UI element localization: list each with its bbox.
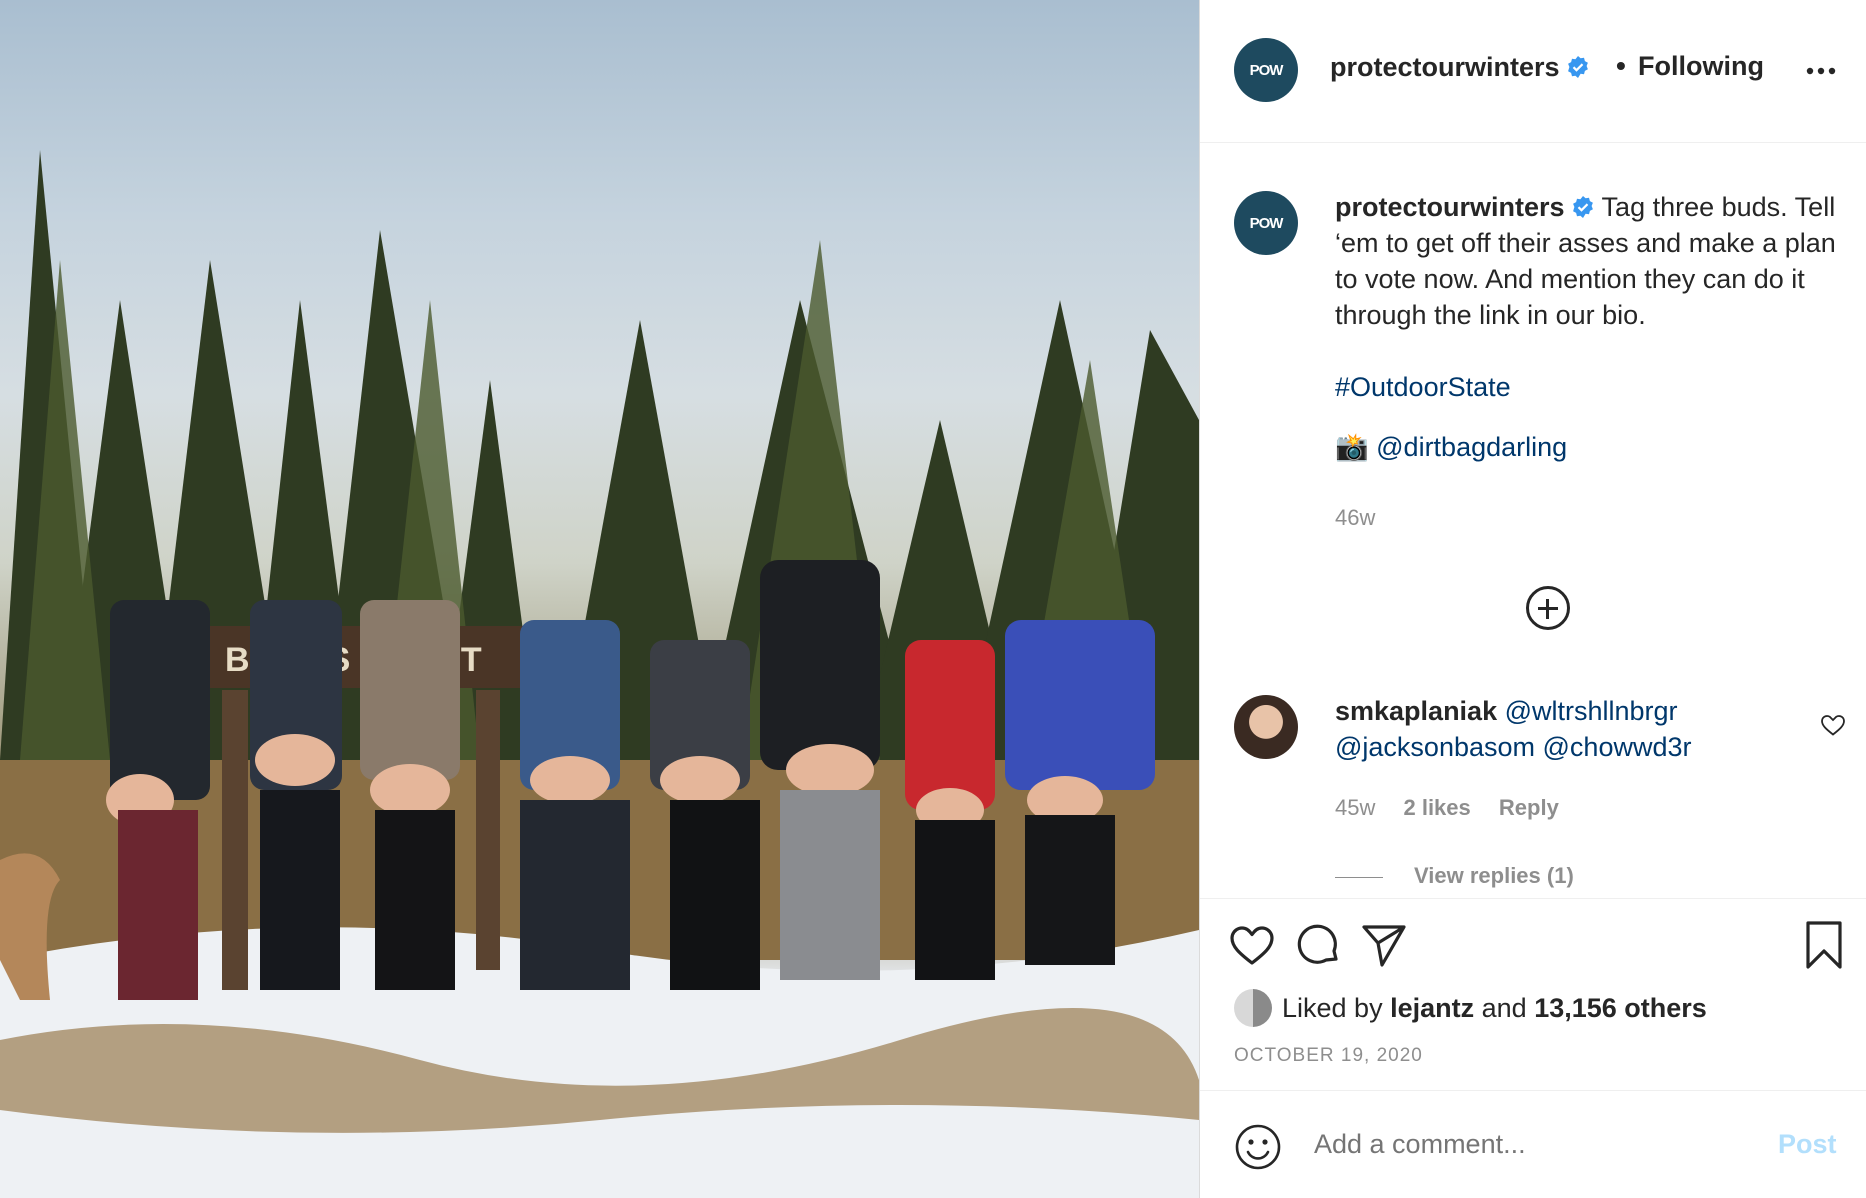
add-comment-bar: Post: [1200, 1090, 1866, 1198]
comment-mention[interactable]: @wltrshllnbrgr: [1505, 696, 1678, 726]
post-header: POW protectourwinters • Following: [1200, 0, 1866, 143]
post-side-panel: POW protectourwinters • Following POW pr…: [1199, 0, 1866, 1198]
comment-likes[interactable]: 2 likes: [1403, 795, 1470, 820]
plus-circle-icon[interactable]: [1526, 586, 1570, 630]
hashtag-link[interactable]: #OutdoorState: [1335, 372, 1511, 402]
more-horizontal-icon[interactable]: [1805, 47, 1837, 79]
liker-avatar: [1234, 989, 1272, 1027]
post-date[interactable]: OCTOBER 19, 2020: [1234, 1045, 1423, 1067]
post-comment-button[interactable]: Post: [1778, 1129, 1837, 1160]
caption-timestamp[interactable]: 46w: [1335, 505, 1375, 531]
comment-mention[interactable]: @jacksonbasom: [1335, 732, 1535, 762]
verified-badge-icon: [1567, 56, 1588, 78]
comment-time[interactable]: 45w: [1335, 795, 1375, 820]
following-button[interactable]: Following: [1638, 51, 1764, 82]
caption-username[interactable]: protectourwinters: [1335, 192, 1565, 222]
post-actions: Liked by lejantz and 13,156 others OCTOB…: [1200, 898, 1866, 1090]
commenter-avatar[interactable]: [1234, 695, 1298, 759]
comment-like-heart-icon[interactable]: [1820, 713, 1846, 737]
comment-username[interactable]: smkaplaniak: [1335, 696, 1497, 726]
bookmark-icon[interactable]: [1798, 919, 1850, 971]
post-photo[interactable]: BUTTS POINT: [0, 0, 1199, 1198]
author-avatar[interactable]: POW: [1234, 38, 1298, 102]
author-username[interactable]: protectourwinters: [1330, 52, 1590, 83]
emoji-icon[interactable]: [1234, 1123, 1282, 1171]
comment-mention[interactable]: @chowwd3r: [1543, 732, 1692, 762]
comment-icon[interactable]: [1292, 919, 1344, 971]
comment-meta: 45w 2 likes Reply: [1335, 795, 1581, 821]
likes-count[interactable]: 13,156 others: [1534, 993, 1707, 1024]
comment-input[interactable]: [1314, 1129, 1714, 1160]
verified-badge-icon: [1572, 196, 1593, 218]
heart-icon[interactable]: [1226, 919, 1278, 971]
liker-username[interactable]: lejantz: [1390, 993, 1474, 1024]
header-separator: •: [1616, 50, 1626, 81]
view-replies-button[interactable]: View replies (1): [1414, 863, 1574, 889]
likes-summary[interactable]: Liked by lejantz and 13,156 others: [1234, 989, 1707, 1027]
comment-text: smkaplaniak @wltrshllnbrgr @jacksonbasom…: [1335, 693, 1775, 765]
camera-emoji: 📸: [1335, 432, 1369, 462]
caption-author-avatar[interactable]: POW: [1234, 191, 1298, 255]
photo-scene: BUTTS POINT: [0, 150, 1199, 1198]
comments-section[interactable]: POW protectourwinters Tag three buds. Te…: [1200, 143, 1866, 898]
comment-reply-button[interactable]: Reply: [1499, 795, 1559, 820]
share-icon[interactable]: [1358, 919, 1410, 971]
post-caption: protectourwinters Tag three buds. Tell ‘…: [1335, 189, 1845, 465]
view-replies-line: [1335, 877, 1383, 878]
photo-credit-link[interactable]: @dirtbagdarling: [1376, 432, 1567, 462]
